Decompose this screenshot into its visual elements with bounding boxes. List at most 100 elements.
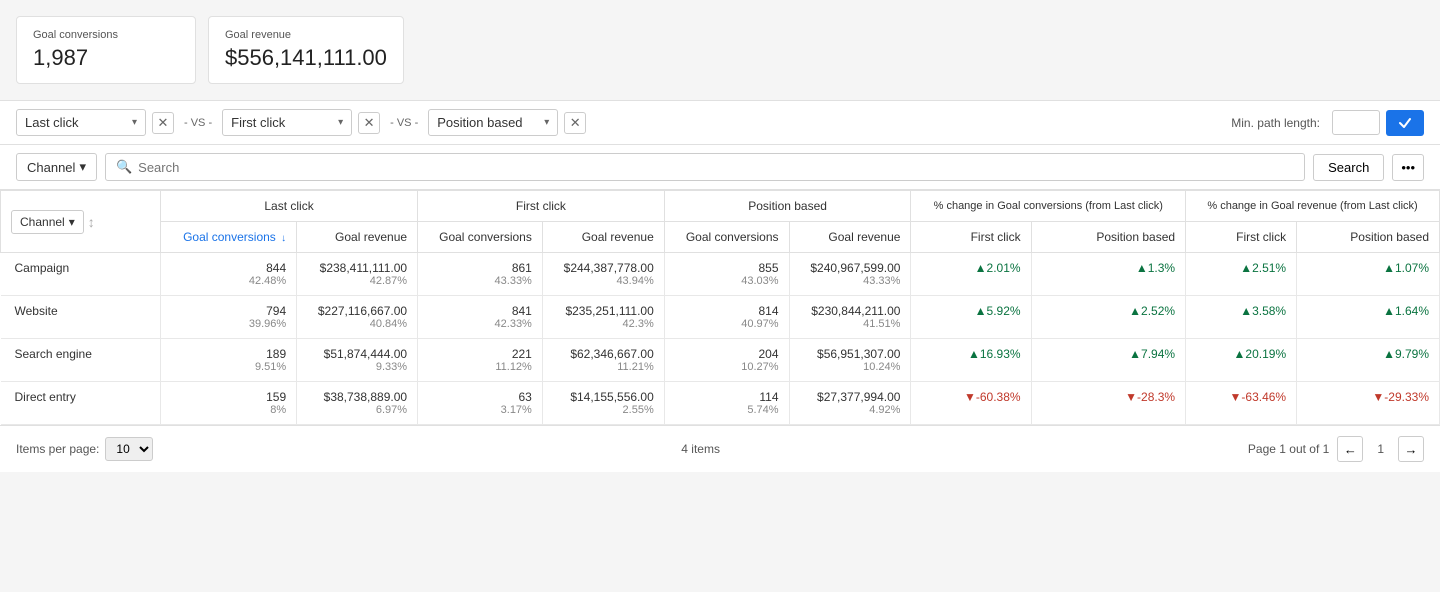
table-row: Direct entry1598%$38,738,889.006.97%633.…: [1, 382, 1440, 425]
table-cell: ▼-29.33%: [1297, 382, 1440, 425]
table-cell: $235,251,111.0042.3%: [542, 296, 664, 339]
table-cell: $230,844,211.0041.51%: [789, 296, 911, 339]
table-cell: $27,377,994.004.92%: [789, 382, 911, 425]
last-click-group-header: Last click: [161, 191, 418, 222]
prev-page-button[interactable]: ←: [1337, 436, 1363, 462]
table-cell: $240,967,599.0043.33%: [789, 253, 911, 296]
channel-header-cell: Channel ▾ ↕: [1, 191, 161, 253]
goal-conversions-card: Goal conversions 1,987: [16, 16, 196, 84]
channel-dropdown[interactable]: Channel ▾: [16, 153, 97, 181]
table-cell: 86143.33%: [418, 253, 543, 296]
comparison-table: Channel ▾ ↕ Last click First click Posit…: [0, 190, 1440, 425]
gr2-col-header: Goal revenue: [542, 222, 664, 253]
goal-revenue-card: Goal revenue $556,141,111.00: [208, 16, 404, 84]
channel-cell: Campaign: [1, 253, 161, 296]
model3-dropdown[interactable]: Position based ▾: [428, 109, 558, 136]
table-cell: ▲2.01%: [911, 253, 1031, 296]
more-options-button[interactable]: •••: [1392, 154, 1424, 181]
search-button[interactable]: Search: [1313, 154, 1384, 181]
model1-chevron-icon: ▾: [132, 117, 137, 128]
model1-clear-button[interactable]: ✕: [152, 112, 174, 134]
channel-sort-icon[interactable]: ↕: [88, 214, 95, 230]
table-cell: $227,116,667.0040.84%: [297, 296, 418, 339]
channel-label: Channel: [27, 160, 75, 175]
page-info-text: Page 1 out of 1: [1248, 442, 1329, 456]
pb-rev-col-header: Position based: [1297, 222, 1440, 253]
table-cell: 1145.74%: [664, 382, 789, 425]
channel-col-dropdown[interactable]: Channel ▾: [11, 210, 84, 234]
table-cell: 81440.97%: [664, 296, 789, 339]
change-conversions-group-header: % change in Goal conversions (from Last …: [911, 191, 1186, 222]
model3-label: Position based: [437, 115, 522, 130]
table-body: Campaign84442.48%$238,411,111.0042.87%86…: [1, 253, 1440, 425]
model2-clear-button[interactable]: ✕: [358, 112, 380, 134]
table-cell: ▲9.79%: [1297, 339, 1440, 382]
gc1-sort-icon: ↓: [281, 233, 286, 244]
channel-cell: Website: [1, 296, 161, 339]
model2-label: First click: [231, 115, 285, 130]
next-page-button[interactable]: →: [1398, 436, 1424, 462]
table-cell: 633.17%: [418, 382, 543, 425]
table-row: Website79439.96%$227,116,667.0040.84%841…: [1, 296, 1440, 339]
search-bar: Channel ▾ 🔍 Search •••: [0, 145, 1440, 190]
channel-col-label: Channel: [20, 215, 65, 229]
per-page-select[interactable]: 10 25 50: [105, 437, 153, 461]
goal-revenue-value: $556,141,111.00: [225, 45, 387, 71]
current-page-number: 1: [1371, 442, 1390, 456]
goal-conversions-value: 1,987: [33, 45, 179, 71]
model1-dropdown[interactable]: Last click ▾: [16, 109, 146, 136]
table-cell: $62,346,667.0011.21%: [542, 339, 664, 382]
first-click-group-header: First click: [418, 191, 665, 222]
gc1-sort-link[interactable]: Goal conversions ↓: [183, 230, 286, 244]
gr3-col-header: Goal revenue: [789, 222, 911, 253]
apply-button[interactable]: [1386, 110, 1424, 136]
table-cell: ▲1.07%: [1297, 253, 1440, 296]
channel-chevron-icon: ▾: [79, 159, 86, 175]
table-cell: 85543.03%: [664, 253, 789, 296]
table-cell: 1899.51%: [161, 339, 297, 382]
footer-bar: Items per page: 10 25 50 4 items Page 1 …: [0, 425, 1440, 472]
search-input[interactable]: [138, 160, 1294, 175]
table-cell: ▲2.52%: [1031, 296, 1185, 339]
vs1-text: - VS -: [180, 117, 216, 129]
fc-conv-col-header: First click: [911, 222, 1031, 253]
model2-dropdown[interactable]: First click ▾: [222, 109, 352, 136]
data-table-section: Channel ▾ ↕ Last click First click Posit…: [0, 190, 1440, 425]
pb-conv-col-header: Position based: [1031, 222, 1185, 253]
table-cell: 1598%: [161, 382, 297, 425]
table-cell: $38,738,889.006.97%: [297, 382, 418, 425]
goal-conversions-label: Goal conversions: [33, 29, 179, 41]
total-items-text: 4 items: [165, 442, 1236, 456]
table-cell: $238,411,111.0042.87%: [297, 253, 418, 296]
min-path-label: Min. path length:: [1231, 116, 1320, 130]
table-group-header-row: Channel ▾ ↕ Last click First click Posit…: [1, 191, 1440, 222]
table-sub-header-row: Goal conversions ↓ Goal revenue Goal con…: [1, 222, 1440, 253]
table-cell: ▼-28.3%: [1031, 382, 1185, 425]
vs2-text: - VS -: [386, 117, 422, 129]
table-cell: $51,874,444.009.33%: [297, 339, 418, 382]
position-based-group-header: Position based: [664, 191, 911, 222]
table-cell: ▲3.58%: [1186, 296, 1297, 339]
table-cell: 20410.27%: [664, 339, 789, 382]
model3-chevron-icon: ▾: [544, 117, 549, 128]
pagination-section: Page 1 out of 1 ← 1 →: [1248, 436, 1424, 462]
channel-cell: Search engine: [1, 339, 161, 382]
controls-bar: Last click ▾ ✕ - VS - First click ▾ ✕ - …: [0, 100, 1440, 145]
summary-section: Goal conversions 1,987 Goal revenue $556…: [0, 0, 1440, 100]
table-cell: ▲1.64%: [1297, 296, 1440, 339]
model2-chevron-icon: ▾: [338, 117, 343, 128]
model3-clear-button[interactable]: ✕: [564, 112, 586, 134]
min-path-input[interactable]: [1332, 110, 1380, 135]
gc3-col-header: Goal conversions: [664, 222, 789, 253]
search-input-wrapper: 🔍: [105, 153, 1305, 181]
channel-cell: Direct entry: [1, 382, 161, 425]
table-cell: 22111.12%: [418, 339, 543, 382]
table-cell: 79439.96%: [161, 296, 297, 339]
goal-revenue-label: Goal revenue: [225, 29, 387, 41]
gc1-col-header: Goal conversions ↓: [161, 222, 297, 253]
table-cell: $14,155,556.002.55%: [542, 382, 664, 425]
gr1-col-header: Goal revenue: [297, 222, 418, 253]
table-row: Search engine1899.51%$51,874,444.009.33%…: [1, 339, 1440, 382]
gc2-col-header: Goal conversions: [418, 222, 543, 253]
table-cell: ▲7.94%: [1031, 339, 1185, 382]
